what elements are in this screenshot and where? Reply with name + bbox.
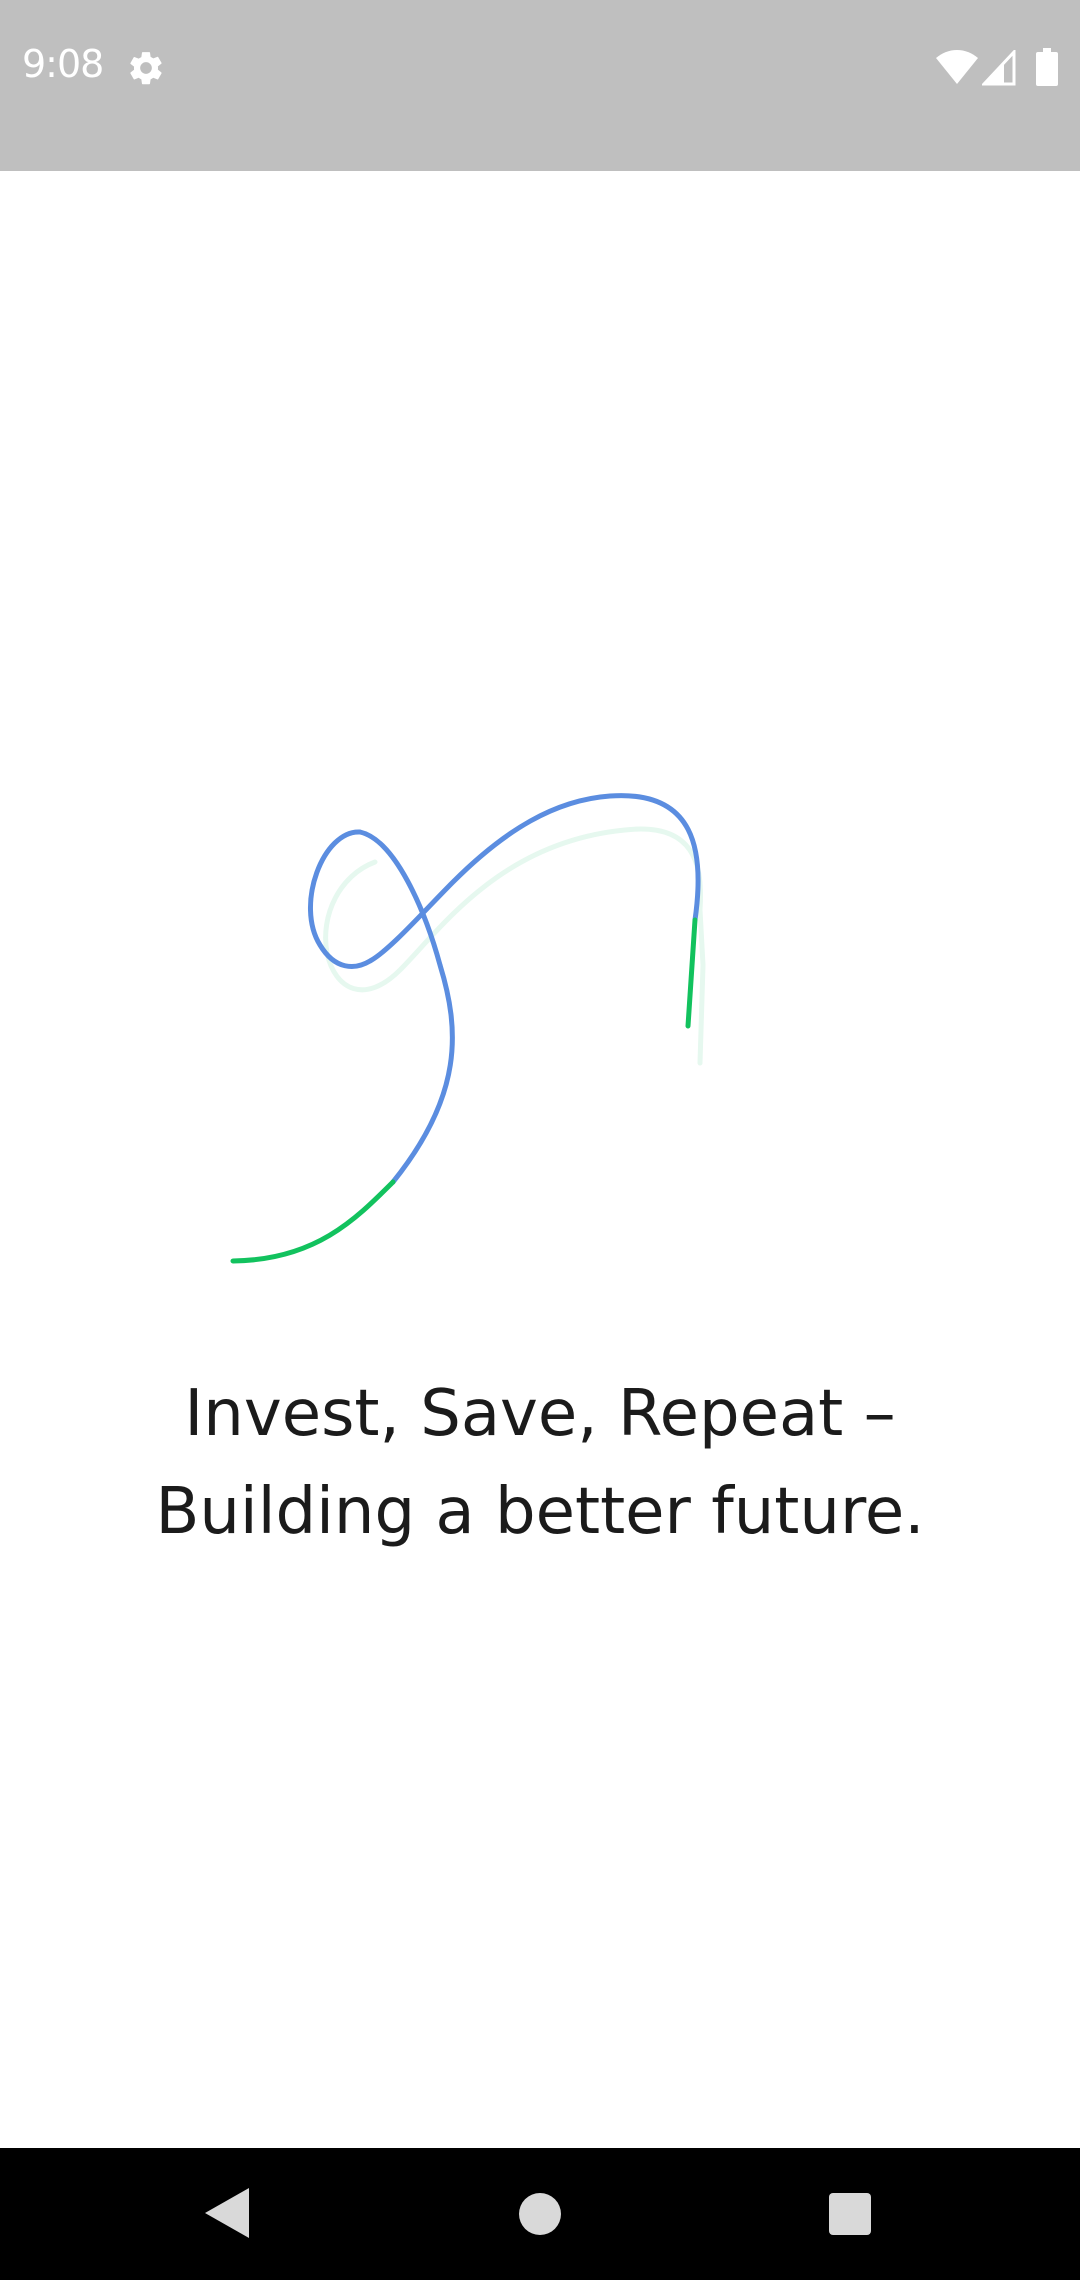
tagline: Invest, Save, Repeat – Building a better… — [60, 1365, 1020, 1561]
home-icon[interactable] — [519, 2193, 561, 2235]
navigation-bar — [0, 2148, 1080, 2280]
status-time: 9:08 — [22, 42, 104, 86]
logo-green-stroke-bottom — [230, 1179, 396, 1264]
settings-icon — [130, 52, 162, 85]
battery-icon — [1036, 48, 1058, 86]
recents-icon[interactable] — [829, 2193, 871, 2235]
tagline-line-1: Invest, Save, Repeat – — [184, 1377, 896, 1451]
app-logo — [230, 793, 706, 1264]
wifi-icon — [936, 50, 978, 84]
tagline-line-2: Building a better future. — [155, 1475, 925, 1549]
logo-green-stroke-top — [685, 917, 698, 1029]
status-bar: 9:08 — [0, 0, 1080, 171]
logo-shadow-stroke — [323, 826, 706, 1066]
cell-signal-icon — [982, 50, 1016, 86]
back-icon[interactable] — [205, 2188, 249, 2238]
